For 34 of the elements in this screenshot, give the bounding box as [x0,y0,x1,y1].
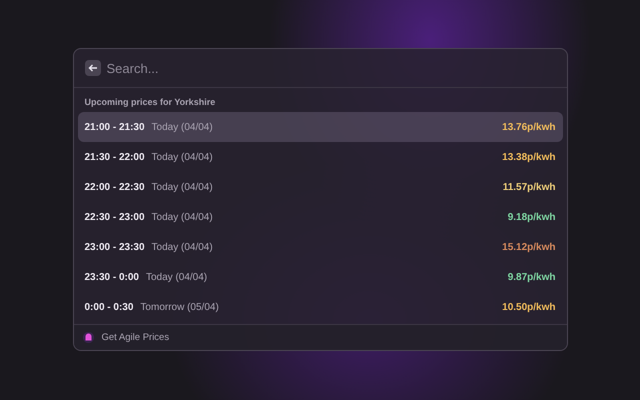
price-list-item[interactable]: 21:30 - 22:00 Today (04/04) 13.38p/kwh [78,142,562,172]
price-list-item[interactable]: 23:30 - 0:00 Today (04/04) 9.87p/kwh [78,262,562,292]
day-label: Today (04/04) [152,182,213,192]
section-title: Upcoming prices for Yorkshire [84,96,216,109]
time-range: 21:30 - 22:00 [84,152,145,162]
day-label: Today (04/04) [152,122,213,132]
app-icon [82,332,94,343]
day-label: Today (04/04) [152,212,213,222]
price-value: 11.57p/kwh [502,182,556,192]
price-value: 9.18p/kwh [508,212,556,222]
day-label: Today (04/04) [146,272,208,282]
price-value: 9.87p/kwh [508,272,556,282]
footer-label: Get Agile Prices [102,332,170,343]
search-field[interactable]: Search... [106,60,556,76]
day-label: Today (04/04) [152,152,213,162]
time-range: 23:30 - 0:00 [84,272,139,282]
time-range: 22:00 - 22:30 [84,182,145,192]
price-list-item[interactable]: 22:30 - 23:00 Today (04/04) 9.18p/kwh [78,202,562,232]
day-label: Tomorrow (05/04) [140,302,219,312]
price-value: 13.38p/kwh [502,152,556,162]
time-range: 21:00 - 21:30 [84,122,145,132]
back-arrow-icon [88,64,98,72]
time-range: 22:30 - 23:00 [84,212,145,222]
time-range: 23:00 - 23:30 [84,242,145,252]
price-list-item[interactable]: 22:00 - 22:30 Today (04/04) 11.57p/kwh [78,172,562,202]
day-label: Today (04/04) [152,242,213,252]
price-value: 13.76p/kwh [502,122,556,132]
price-value: 15.12p/kwh [502,242,556,252]
back-button[interactable] [84,60,100,76]
price-value: 10.50p/kwh [502,302,556,312]
price-list-item[interactable]: 23:00 - 23:30 Today (04/04) 15.12p/kwh [78,232,562,262]
time-range: 0:00 - 0:30 [84,302,134,312]
price-list-item[interactable]: 21:00 - 21:30 Today (04/04) 13.76p/kwh [78,112,562,142]
price-list-item[interactable]: 0:00 - 0:30 Tomorrow (05/04) 10.50p/kwh [78,292,562,322]
